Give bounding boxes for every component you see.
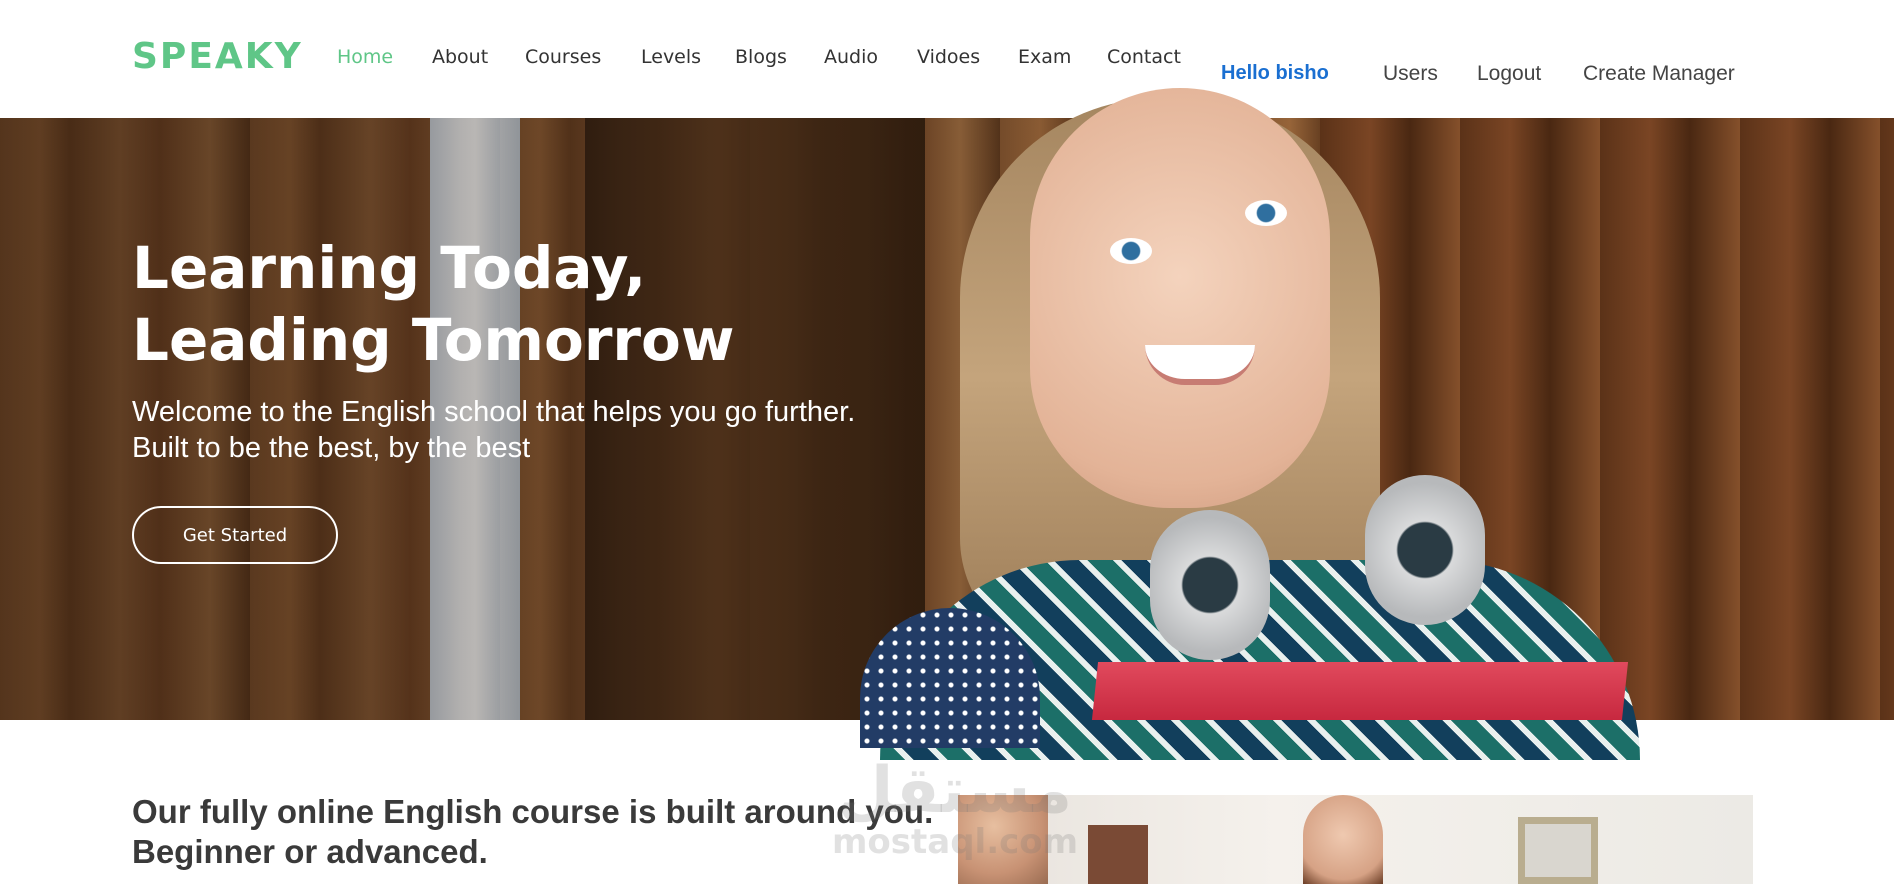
nav-contact[interactable]: Contact — [1107, 46, 1181, 68]
hero-title-line1: Learning Today, — [132, 234, 647, 302]
photo-eye-left — [1110, 238, 1152, 264]
create-manager-link[interactable]: Create Manager — [1583, 62, 1735, 86]
photo-chair — [1088, 825, 1148, 884]
nav-levels[interactable]: Levels — [641, 46, 701, 68]
users-link[interactable]: Users — [1383, 62, 1438, 86]
hero-subtitle-line2: Built to be the best, by the best — [132, 432, 531, 464]
photo-teacher — [958, 795, 1048, 884]
photo-wall-frame — [1518, 817, 1598, 884]
nav-about[interactable]: About — [432, 46, 488, 68]
site-logo[interactable]: SPEAKY — [132, 36, 303, 77]
nav-blogs[interactable]: Blogs — [735, 46, 787, 68]
nav-courses[interactable]: Courses — [525, 46, 601, 68]
intro-line1: Our fully online English course is built… — [132, 793, 934, 830]
hero-subtitle-line1: Welcome to the English school that helps… — [132, 396, 856, 428]
photo-face — [1030, 88, 1330, 508]
nav-home[interactable]: Home — [337, 46, 393, 68]
page: SPEAKY Home About Courses Levels Blogs A… — [0, 0, 1894, 884]
hero-title: Learning Today, Leading Tomorrow — [132, 232, 734, 376]
site-header: SPEAKY Home About Courses Levels Blogs A… — [0, 0, 1894, 118]
intro-line2: Beginner or advanced. — [132, 833, 488, 870]
nav-audio[interactable]: Audio — [824, 46, 878, 68]
user-greeting[interactable]: Hello bisho — [1221, 62, 1329, 85]
nav-exam[interactable]: Exam — [1018, 46, 1071, 68]
headphones-right-icon — [1365, 475, 1485, 625]
photo-red-folder — [1091, 662, 1629, 720]
logout-link[interactable]: Logout — [1477, 62, 1541, 86]
photo-eye-right — [1245, 200, 1287, 226]
photo-student — [1303, 795, 1383, 884]
classroom-photo — [958, 795, 1753, 884]
get-started-button[interactable]: Get Started — [132, 506, 338, 564]
hero-title-line2: Leading Tomorrow — [132, 306, 735, 374]
headphones-icon — [1150, 510, 1270, 660]
intro-heading: Our fully online English course is built… — [132, 792, 933, 872]
hero-subtitle: Welcome to the English school that helps… — [132, 394, 855, 466]
nav-videos[interactable]: Vidoes — [917, 46, 980, 68]
